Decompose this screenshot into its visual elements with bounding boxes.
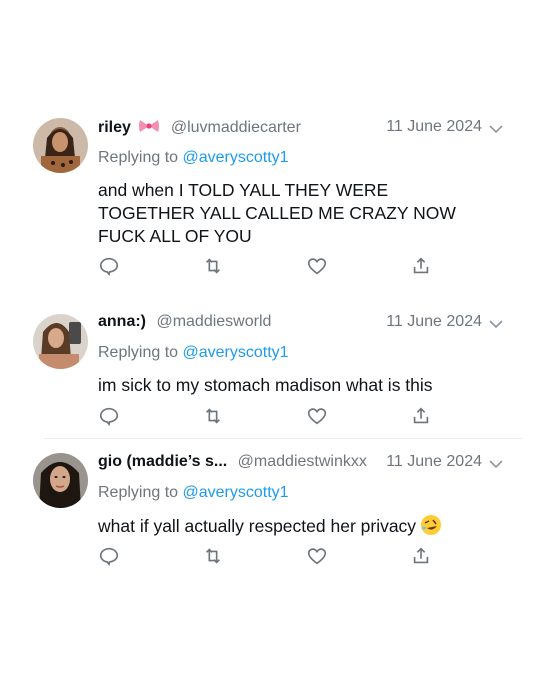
user-handle[interactable]: @maddiestwinkxx bbox=[238, 453, 367, 470]
avatar[interactable] bbox=[33, 314, 88, 369]
replying-to: Replying to @averyscotty1 bbox=[98, 344, 289, 361]
mention-link[interactable]: @averyscotty1 bbox=[183, 149, 289, 166]
user-handle[interactable]: @luvmaddiecarter bbox=[171, 119, 301, 136]
tweet-date: 11 June 2024 bbox=[386, 453, 482, 470]
replying-to: Replying to @averyscotty1 bbox=[98, 149, 289, 166]
chevron-down-icon[interactable] bbox=[488, 456, 504, 472]
mention-link[interactable]: @averyscotty1 bbox=[183, 344, 289, 361]
user-handle[interactable]: @maddiesworld bbox=[156, 313, 271, 330]
tweet-date: 11 June 2024 bbox=[386, 313, 482, 330]
tweet-date: 11 June 2024 bbox=[386, 118, 482, 135]
display-name[interactable]: riley bbox=[98, 119, 131, 136]
like-icon[interactable] bbox=[306, 255, 328, 277]
bow-emoji bbox=[138, 118, 160, 134]
tweet-text: what if yall actually respected her priv… bbox=[98, 514, 498, 538]
reply-icon[interactable] bbox=[98, 405, 120, 427]
share-icon[interactable] bbox=[410, 545, 432, 567]
avatar[interactable] bbox=[33, 453, 88, 508]
mention-link[interactable]: @averyscotty1 bbox=[183, 484, 289, 501]
share-icon[interactable] bbox=[410, 255, 432, 277]
like-icon[interactable] bbox=[306, 545, 328, 567]
retweet-icon[interactable] bbox=[202, 545, 224, 567]
display-name[interactable]: anna:) bbox=[98, 313, 146, 330]
display-name[interactable]: gio (maddie’s s... bbox=[98, 453, 227, 470]
divider bbox=[44, 438, 522, 439]
chevron-down-icon[interactable] bbox=[488, 316, 504, 332]
avatar[interactable] bbox=[33, 118, 88, 173]
like-icon[interactable] bbox=[306, 405, 328, 427]
replying-to: Replying to @averyscotty1 bbox=[98, 484, 289, 501]
retweet-icon[interactable] bbox=[202, 255, 224, 277]
reply-icon[interactable] bbox=[98, 545, 120, 567]
chevron-down-icon[interactable] bbox=[488, 121, 504, 137]
retweet-icon[interactable] bbox=[202, 405, 224, 427]
tweet-text: and when I TOLD YALL THEY WERE TOGETHER … bbox=[98, 180, 456, 246]
tweet-text: im sick to my stomach madison what is th… bbox=[98, 375, 433, 395]
reply-icon[interactable] bbox=[98, 255, 120, 277]
share-icon[interactable] bbox=[410, 405, 432, 427]
rofl-emoji bbox=[420, 514, 442, 536]
